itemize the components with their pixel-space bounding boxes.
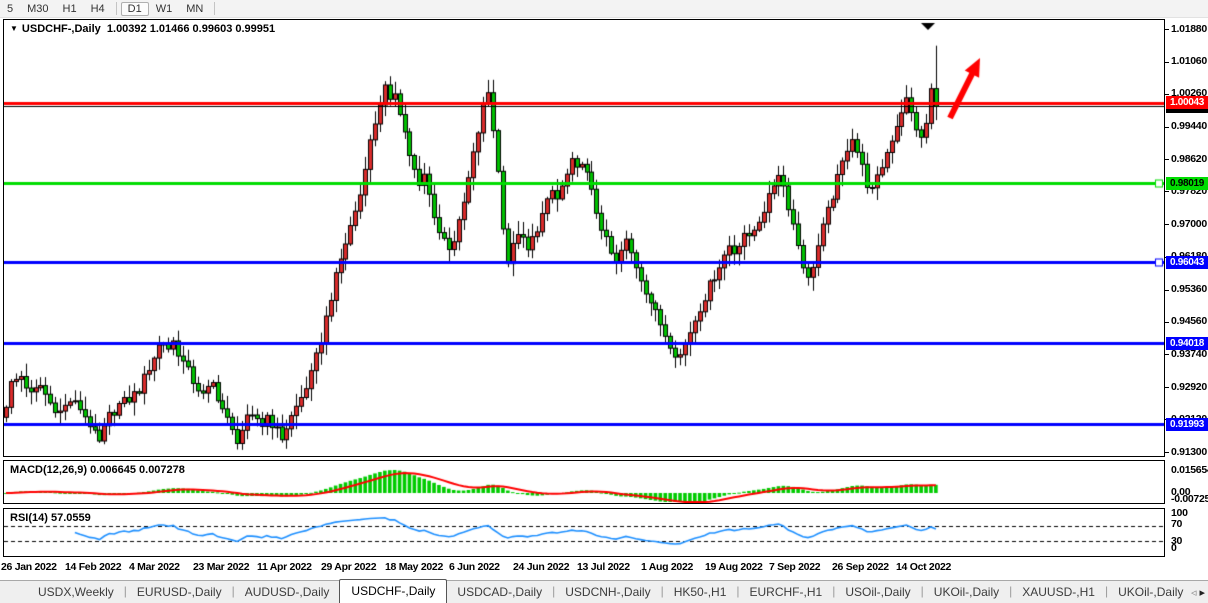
date-tick-label: 26 Jan 2022 xyxy=(1,561,57,573)
date-tick-label: 24 Jun 2022 xyxy=(513,561,569,573)
price-chart-pane[interactable]: ▼ USDCHF-,Daily 1.00392 1.01466 0.99603 0… xyxy=(3,19,1165,457)
macd-pane[interactable]: MACD(12,26,9) 0.006645 0.007278 xyxy=(3,460,1165,504)
symbol-dropdown-icon[interactable]: ▼ xyxy=(10,24,18,33)
price-tick-label: 1.01880 xyxy=(1171,23,1207,35)
date-tick-label: 23 Mar 2022 xyxy=(193,561,249,573)
ohlc-high: 1.01466 xyxy=(150,23,190,35)
price-tick-label: 0.97000 xyxy=(1171,218,1207,230)
timeframe-button-mn[interactable]: MN xyxy=(179,2,210,16)
price-tick xyxy=(1165,387,1169,388)
time-axis[interactable]: 26 Jan 2022 14 Feb 2022 4 Mar 2022 23 Mar 2… xyxy=(0,558,1208,578)
price-tick-label: 0.99440 xyxy=(1171,120,1207,132)
candlestick-canvas[interactable] xyxy=(4,20,1164,456)
price-tick xyxy=(1165,452,1169,453)
chart-title: ▼ USDCHF-,Daily 1.00392 1.01466 0.99603 0… xyxy=(10,23,275,35)
price-tick-label: 0.91300 xyxy=(1171,446,1207,458)
price-tick xyxy=(1165,94,1169,95)
macd-axis-label: 0.015654 xyxy=(1171,464,1208,476)
toolbar-separator xyxy=(214,2,215,15)
price-tick-label: 1.01060 xyxy=(1171,55,1207,67)
macd-axis-label: -0.007259 xyxy=(1171,493,1208,505)
tab-usdchf-daily[interactable]: USDCHF-,Daily xyxy=(339,579,447,603)
price-tick-label: 0.98620 xyxy=(1171,153,1207,165)
price-tick xyxy=(1165,127,1169,128)
tab-ukoil-daily[interactable]: UKOil-,Daily xyxy=(1108,582,1193,603)
price-level-badge: 0.98019 xyxy=(1166,177,1208,190)
date-tick-label: 14 Oct 2022 xyxy=(896,561,951,573)
date-tick-label: 19 Aug 2022 xyxy=(705,561,763,573)
symbol-tab-bar: USDX,Weekly|EURUSD-,Daily|AUDUSD-,DailyU… xyxy=(0,580,1208,603)
date-tick-label: 1 Aug 2022 xyxy=(641,561,693,573)
date-tick-label: 26 Sep 2022 xyxy=(832,561,889,573)
price-tick-label: 0.92920 xyxy=(1171,381,1207,393)
tab-usdcad-daily[interactable]: USDCAD-,Daily xyxy=(447,582,552,603)
price-tick xyxy=(1165,322,1169,323)
date-tick-label: 18 May 2022 xyxy=(385,561,443,573)
tab-scroll-right-icon[interactable]: ▸ xyxy=(1199,587,1205,599)
price-tick xyxy=(1165,29,1169,30)
date-tick-label: 13 Jul 2022 xyxy=(577,561,630,573)
rsi-axis-label: 0 xyxy=(1171,542,1177,554)
tab-scroll-arrows: ◃▸ xyxy=(1191,586,1205,599)
price-tick-label: 0.95360 xyxy=(1171,283,1207,295)
timeframe-button-h1[interactable]: H1 xyxy=(56,2,84,16)
ohlc-low: 0.99603 xyxy=(193,23,233,35)
price-tick xyxy=(1165,224,1169,225)
tab-usdx-weekly[interactable]: USDX,Weekly xyxy=(28,582,124,603)
timeframe-toolbar: 5M30H1H4 D1W1MN xyxy=(0,0,1208,18)
date-tick-label: 29 Apr 2022 xyxy=(321,561,376,573)
timeframe-button-m30[interactable]: M30 xyxy=(20,2,55,16)
date-tick-label: 7 Sep 2022 xyxy=(769,561,820,573)
price-tick xyxy=(1165,354,1169,355)
tab-usdcnh-daily[interactable]: USDCNH-,Daily xyxy=(555,582,660,603)
timeframe-button-d1[interactable]: D1 xyxy=(121,2,149,16)
price-level-badge: 0.96043 xyxy=(1166,256,1208,269)
rsi-label: RSI(14) 57.0559 xyxy=(10,512,91,524)
tab-eurchf-h1[interactable]: EURCHF-,H1 xyxy=(740,582,833,603)
tab-scroll-left-icon[interactable]: ◃ xyxy=(1191,587,1197,599)
chart-symbol-label: USDCHF-,Daily xyxy=(22,23,101,35)
tab-xauusd-h1[interactable]: XAUUSD-,H1 xyxy=(1012,582,1105,603)
tab-hk50-h1[interactable]: HK50-,H1 xyxy=(664,582,737,603)
timeframe-button-h4[interactable]: H4 xyxy=(84,2,112,16)
price-tick xyxy=(1165,159,1169,160)
tab-ukoil-daily[interactable]: UKOil-,Daily xyxy=(924,582,1009,603)
rsi-canvas[interactable] xyxy=(4,509,1164,556)
price-tick xyxy=(1165,290,1169,291)
tab-usoil-daily[interactable]: USOil-,Daily xyxy=(835,582,920,603)
rsi-pane[interactable]: RSI(14) 57.0559 xyxy=(3,508,1165,557)
ohlc-close: 0.99951 xyxy=(235,23,275,35)
date-tick-label: 14 Feb 2022 xyxy=(65,561,121,573)
tab-eurusd-daily[interactable]: EURUSD-,Daily xyxy=(127,582,232,603)
macd-label: MACD(12,26,9) 0.006645 0.007278 xyxy=(10,464,185,476)
timeframe-button-5[interactable]: 5 xyxy=(0,2,20,16)
terminal-window: 5M30H1H4 D1W1MN ▼ USDCHF-,Daily 1.00392 1.… xyxy=(0,0,1208,603)
price-tick xyxy=(1165,191,1169,192)
tab-audusd-daily[interactable]: AUDUSD-,Daily xyxy=(235,582,340,603)
rsi-axis-label: 70 xyxy=(1171,518,1182,530)
date-tick-label: 11 Apr 2022 xyxy=(257,561,312,573)
price-tick xyxy=(1165,62,1169,63)
date-tick-label: 4 Mar 2022 xyxy=(129,561,180,573)
price-tick-label: 0.94560 xyxy=(1171,315,1207,327)
toolbar-separator xyxy=(116,2,117,15)
price-level-badge: 0.94018 xyxy=(1166,337,1208,350)
date-tick-label: 6 Jun 2022 xyxy=(449,561,500,573)
ohlc-open: 1.00392 xyxy=(107,23,147,35)
price-level-badge: 0.91993 xyxy=(1166,418,1208,431)
price-level-badge: 1.00043 xyxy=(1166,96,1208,109)
timeframe-button-w1[interactable]: W1 xyxy=(149,2,180,16)
